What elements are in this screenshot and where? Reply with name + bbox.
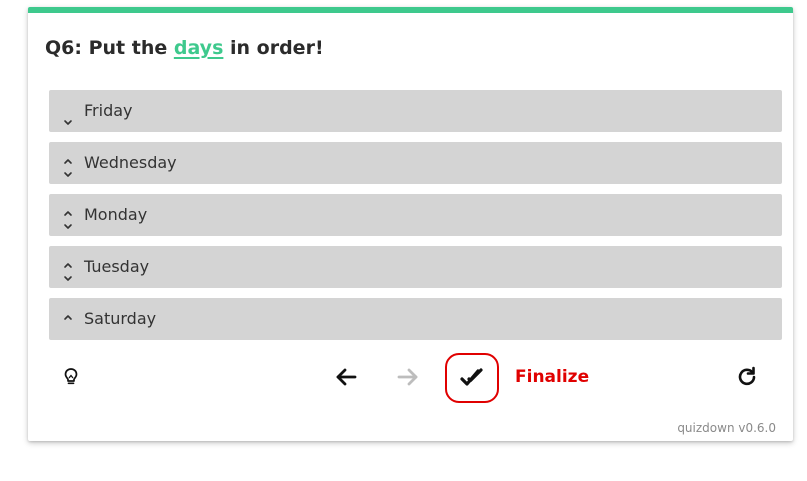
question-title: Q6: Put the days in order! bbox=[45, 37, 324, 59]
quiz-card: Q6: Put the days in order! Friday Wednes… bbox=[28, 7, 793, 441]
reorder-arrows bbox=[61, 90, 75, 132]
double-check-icon bbox=[460, 368, 483, 386]
question-suffix: in order! bbox=[223, 37, 324, 59]
submit-button[interactable] bbox=[445, 353, 499, 403]
previous-button[interactable] bbox=[334, 365, 358, 389]
question-link[interactable]: days bbox=[174, 37, 224, 59]
sortable-list: Friday Wednesday Monday Tuesday Saturday bbox=[49, 90, 782, 350]
item-label: Monday bbox=[84, 205, 148, 224]
arrow-right-icon bbox=[397, 368, 418, 386]
item-label: Wednesday bbox=[84, 153, 177, 172]
hint-button[interactable] bbox=[60, 365, 82, 389]
list-item[interactable]: Tuesday bbox=[49, 246, 782, 288]
reorder-arrows bbox=[61, 194, 75, 236]
item-label: Saturday bbox=[84, 309, 157, 328]
lightbulb-icon bbox=[64, 368, 78, 385]
chevron-up-icon[interactable] bbox=[61, 307, 75, 320]
version-label: quizdown v0.6.0 bbox=[677, 421, 776, 435]
refresh-icon bbox=[738, 366, 756, 386]
chevron-up-icon[interactable] bbox=[61, 151, 75, 164]
chevron-down-icon[interactable] bbox=[61, 165, 75, 177]
progress-bar bbox=[28, 7, 793, 13]
item-label: Friday bbox=[84, 101, 133, 120]
question-prefix: Q6: Put the bbox=[45, 37, 174, 59]
list-item[interactable]: Friday bbox=[49, 90, 782, 132]
chevron-up-icon[interactable] bbox=[61, 255, 75, 268]
reset-button[interactable] bbox=[735, 364, 759, 388]
nav-controls: Finalize bbox=[28, 352, 793, 403]
next-button[interactable] bbox=[396, 365, 420, 389]
chevron-down-icon[interactable] bbox=[61, 217, 75, 229]
finalize-label[interactable]: Finalize bbox=[515, 365, 589, 389]
arrow-left-icon bbox=[336, 368, 357, 386]
reorder-arrows bbox=[61, 142, 75, 184]
chevron-up-icon[interactable] bbox=[61, 203, 75, 216]
list-item[interactable]: Monday bbox=[49, 194, 782, 236]
chevron-down-icon[interactable] bbox=[61, 269, 75, 281]
reorder-arrows bbox=[61, 246, 75, 288]
item-label: Tuesday bbox=[84, 257, 150, 276]
chevron-down-icon[interactable] bbox=[61, 113, 75, 125]
reorder-arrows bbox=[61, 298, 75, 340]
list-item[interactable]: Wednesday bbox=[49, 142, 782, 184]
list-item[interactable]: Saturday bbox=[49, 298, 782, 340]
